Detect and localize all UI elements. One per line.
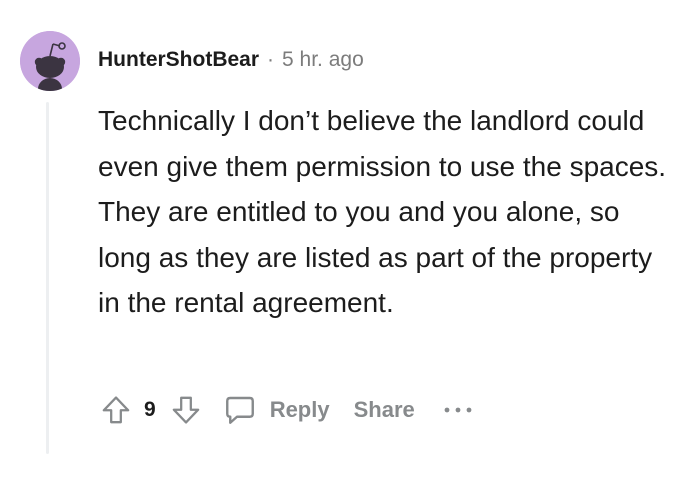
reply-button[interactable]: Reply: [222, 392, 330, 428]
thread-line[interactable]: [46, 102, 49, 454]
more-dots-icon: [444, 407, 472, 413]
reply-label: Reply: [269, 397, 330, 422]
more-options-button[interactable]: [443, 390, 473, 430]
comment: HunterShotBear · 5 hr. ago Technically I…: [0, 0, 700, 480]
share-button[interactable]: Share: [354, 397, 415, 423]
comment-actions: 9 Reply Share: [96, 388, 473, 432]
user-avatar[interactable]: [20, 31, 80, 91]
vote-count: 9: [144, 398, 156, 421]
downvote-arrow-icon: [172, 396, 200, 424]
snoo-avatar-icon: [20, 31, 80, 91]
upvote-button[interactable]: [96, 390, 136, 430]
meta-separator: ·: [267, 48, 275, 71]
comment-text: Technically I don’t believe the landlord…: [98, 105, 667, 318]
timestamp[interactable]: 5 hr. ago: [282, 48, 364, 72]
comment-body: Technically I don’t believe the landlord…: [98, 98, 678, 326]
upvote-arrow-icon: [102, 396, 130, 424]
comment-bubble-icon: [222, 392, 258, 428]
username[interactable]: HunterShotBear: [98, 48, 259, 72]
comment-meta: HunterShotBear · 5 hr. ago: [98, 44, 364, 76]
downvote-button[interactable]: [166, 390, 206, 430]
